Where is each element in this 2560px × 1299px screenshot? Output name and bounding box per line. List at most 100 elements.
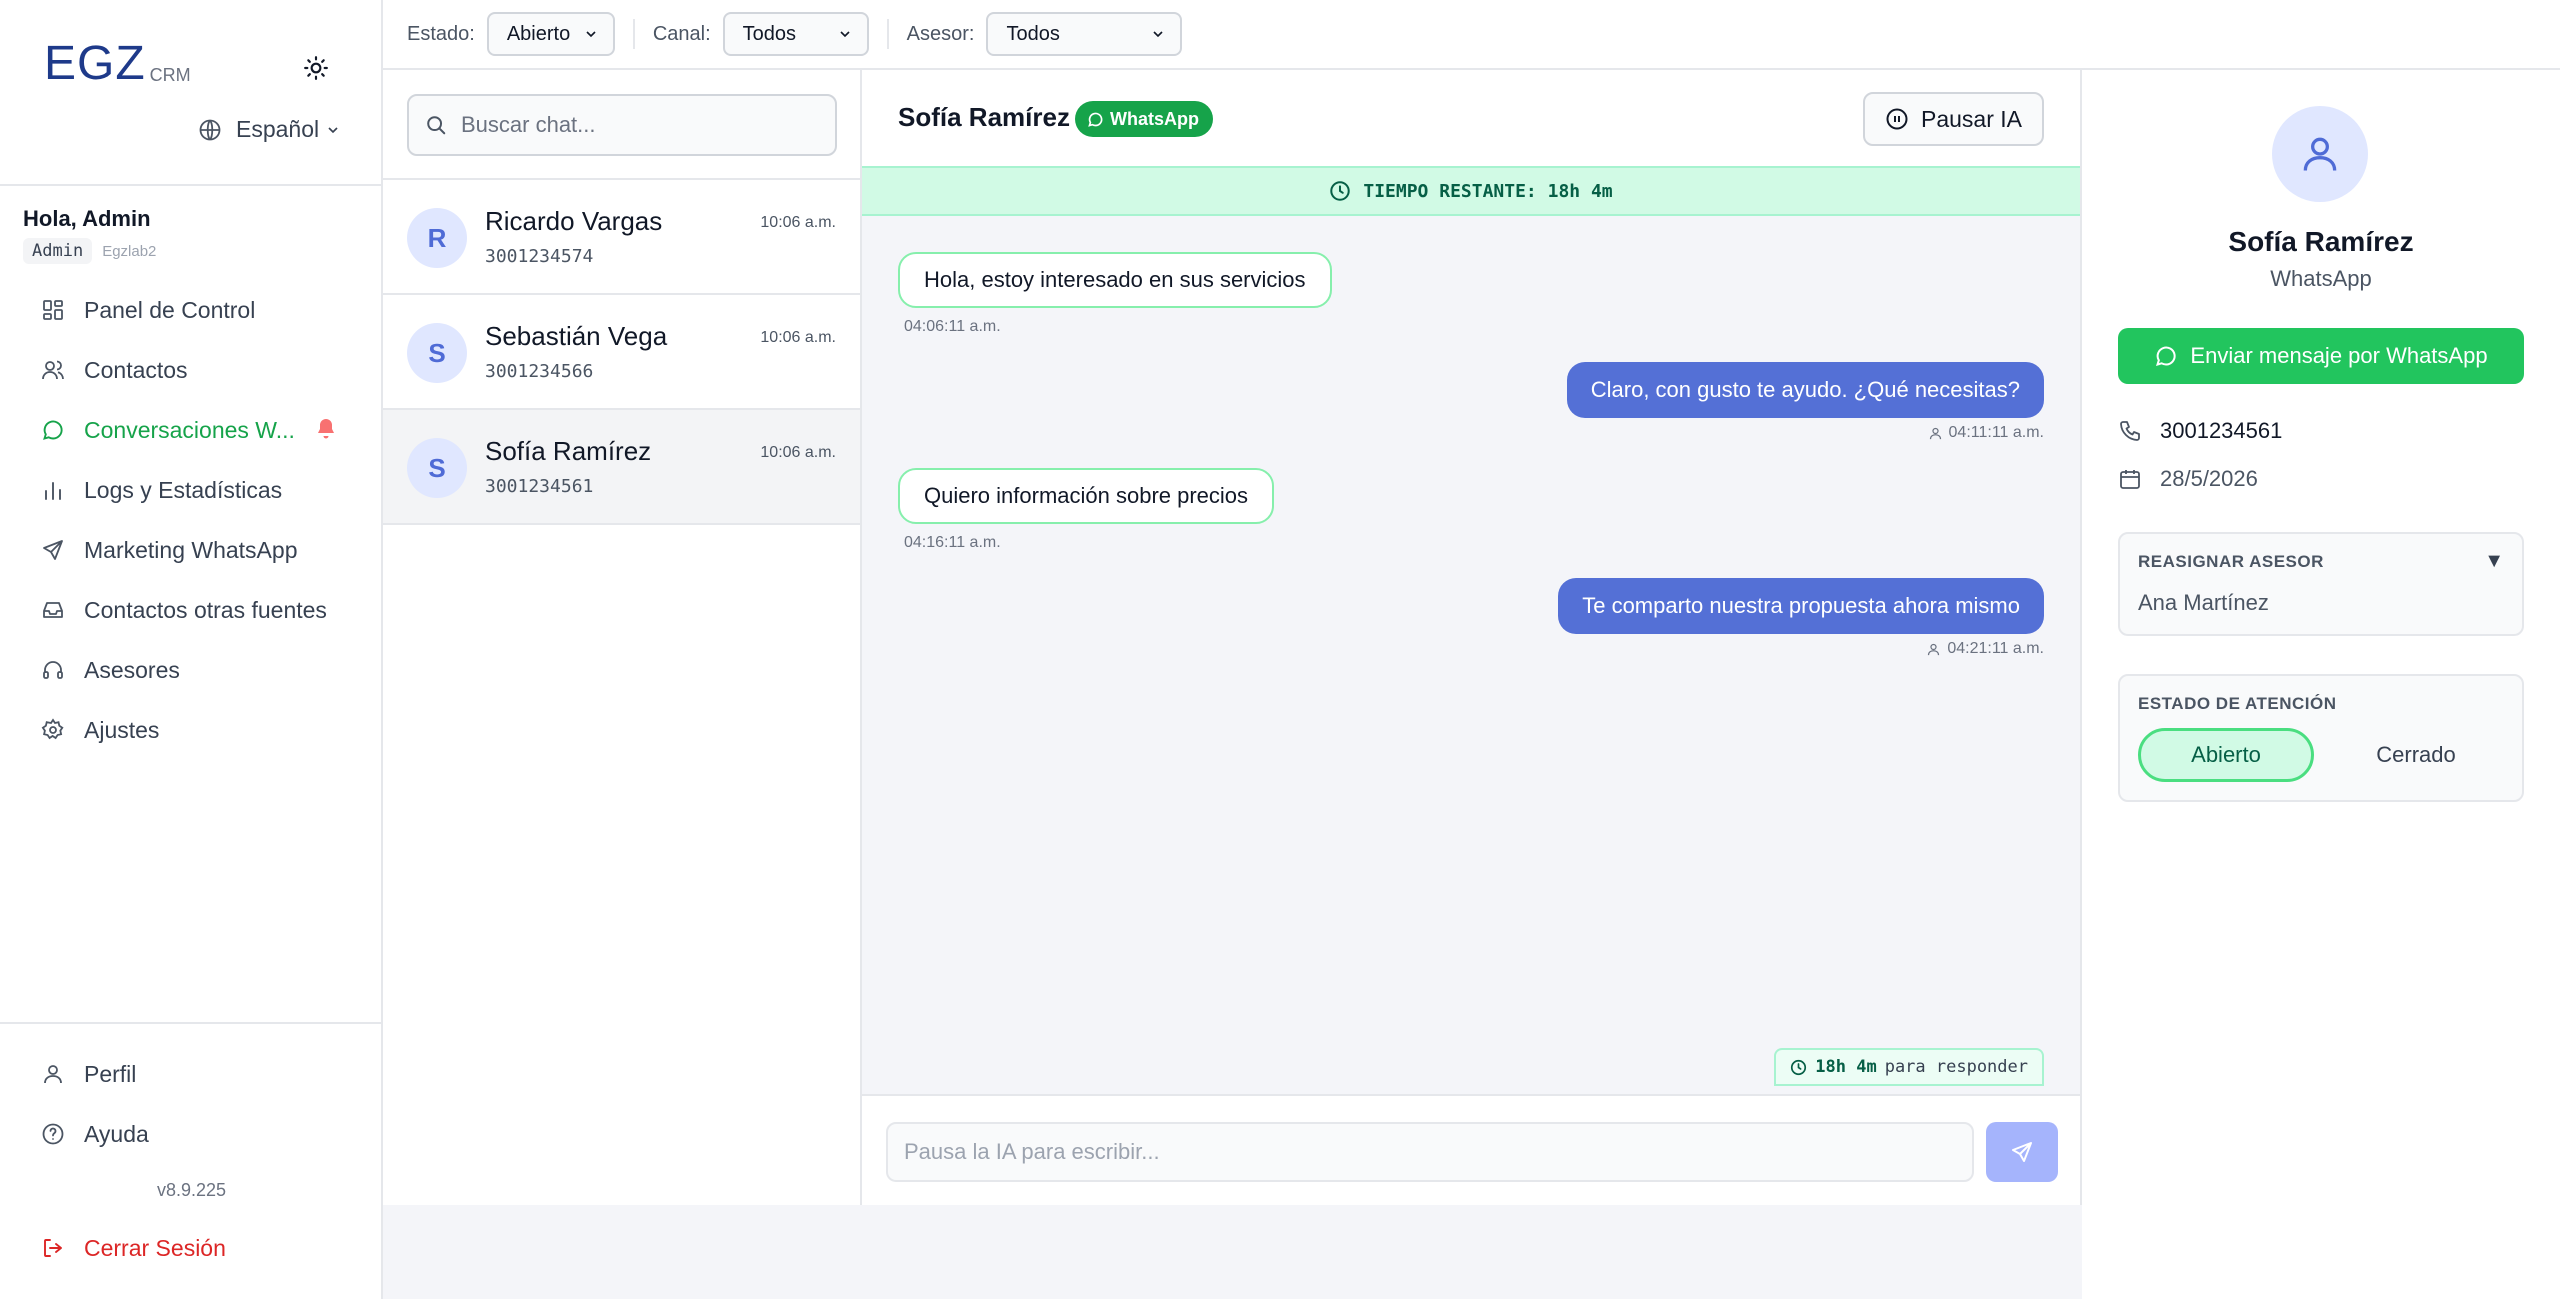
estado-filter-select[interactable]: Abierto [486,12,615,56]
pause-ai-label: Pausar IA [1921,105,2022,132]
asesor-filter-value: Todos [1006,22,1060,45]
chat-list-item-selected[interactable]: S Sofía Ramírez 3001234561 10:06 a.m. [383,410,860,525]
canal-filter-value: Todos [742,22,797,45]
chevron-down-icon [837,26,853,42]
message-timestamp-row: 04:21:11 a.m. [1926,640,2044,658]
message-timestamp-row: 04:11:11 a.m. [1928,424,2044,442]
asesor-filter-select[interactable]: Todos [986,12,1183,56]
filter-bar: Estado: Abierto Canal: Todos Asesor: Tod… [383,0,2560,70]
logout-icon [40,1235,66,1261]
sidebar-item-asesores[interactable]: Asesores [0,640,383,700]
asesor-filter-label: Asesor: [906,22,975,45]
sidebar-item-ayuda[interactable]: Ayuda [0,1104,383,1164]
brand-logo[interactable]: EGZ CRM [44,40,191,88]
conversation-header: Sofía Ramírez WhatsApp Pausar IA [862,70,2080,166]
chat-name: Sebastián Vega [485,321,668,351]
whatsapp-icon [1087,111,1104,128]
message-composer [862,1094,2080,1205]
bar-chart-icon [40,477,66,503]
send-icon [2010,1140,2034,1164]
chat-phone: 3001234574 [485,246,594,267]
sidebar-item-conversaciones-whatsapp[interactable]: Conversaciones W... [0,400,383,460]
logout-section: Cerrar Sesión [0,1218,383,1278]
sidebar-item-otras-fuentes[interactable]: Contactos otras fuentes [0,580,383,640]
bell-icon[interactable] [314,417,338,441]
user-icon [40,1061,66,1087]
headset-icon [40,657,66,683]
conversation-contact-name: Sofía Ramírez [898,102,1070,132]
estado-filter-value: Abierto [506,22,571,45]
contact-date: 28/5/2026 [2160,466,2258,491]
state-closed-button[interactable]: Cerrado [2328,728,2504,782]
contact-channel: WhatsApp [2270,266,2372,291]
chevron-down-icon [1150,26,1166,42]
state-open-button[interactable]: Abierto [2138,728,2314,782]
chat-list-item[interactable]: R Ricardo Vargas 3001234574 10:06 a.m. [383,180,860,295]
send-button[interactable] [1986,1122,2058,1182]
send-icon [40,537,66,563]
send-whatsapp-button[interactable]: Enviar mensaje por WhatsApp [2118,328,2524,384]
message-timestamp: 04:16:11 a.m. [904,534,1001,551]
message-outgoing: Te comparto nuestra propuesta ahora mism… [1558,578,2044,634]
dropdown-triangle-icon: ▼ [2484,550,2504,572]
message-incoming: Hola, estoy interesado en sus servicios [898,252,1332,308]
response-timer-chip: 18h 4m para responder [1774,1048,2044,1086]
channel-badge: WhatsApp [1075,101,1213,137]
sidebar-bottom-nav: Perfil Ayuda [0,1044,383,1164]
response-time-suffix: para responder [1884,1057,2028,1077]
org-label: Egzlab2 [102,242,157,260]
globe-icon [198,118,222,142]
message-timestamp: 04:11:11 a.m. [1948,424,2044,441]
clock-icon [1790,1059,1807,1076]
sidebar-item-label: Panel de Control [84,296,256,323]
user-greeting: Hola, Admin [23,206,151,231]
avatar: S [407,438,467,498]
sidebar-item-panel-de-control[interactable]: Panel de Control [0,280,383,340]
chat-search [407,94,837,156]
estado-filter-label: Estado: [407,22,475,45]
attention-state-label: ESTADO DE ATENCIÓN [2138,694,2337,713]
chat-phone: 3001234566 [485,361,594,382]
filter-separator [632,19,635,49]
logout-button[interactable]: Cerrar Sesión [0,1218,383,1278]
language-selector[interactable]: Español [198,116,341,143]
pause-ai-button[interactable]: Pausar IA [1863,92,2044,146]
chat-time: 10:06 a.m. [760,444,836,461]
reassign-advisor-select[interactable]: REASIGNAR ASESOR ▼ Ana Martínez [2118,532,2524,636]
sidebar-item-marketing[interactable]: Marketing WhatsApp [0,520,383,580]
chat-list-panel: R Ricardo Vargas 3001234574 10:06 a.m. S… [383,70,862,1205]
send-whatsapp-label: Enviar mensaje por WhatsApp [2190,343,2488,368]
timer-banner: TIEMPO RESTANTE: 18h 4m [862,166,2080,216]
avatar: S [407,323,467,383]
canal-filter-select[interactable]: Todos [722,12,869,56]
message-incoming: Quiero información sobre precios [898,468,1275,524]
attention-state-box: ESTADO DE ATENCIÓN Abierto Cerrado [2118,674,2524,802]
reassign-value: Ana Martínez [2138,590,2269,615]
chat-name: Sofía Ramírez [485,436,652,466]
contact-avatar [2272,106,2368,202]
reassign-label: REASIGNAR ASESOR [2138,552,2324,571]
response-time: 18h 4m [1815,1057,1877,1077]
brand-suffix: CRM [149,65,191,85]
logout-label: Cerrar Sesión [84,1234,226,1261]
chat-list-item[interactable]: S Sebastián Vega 3001234566 10:06 a.m. [383,295,860,410]
sidebar-nav: Panel de Control Contactos Conversacione… [0,280,383,760]
search-input[interactable] [461,112,821,138]
user-role-row: Admin Egzlab2 [23,238,156,264]
canal-filter-label: Canal: [652,22,711,45]
search-icon [425,114,447,136]
chevron-down-icon [325,122,341,138]
gear-icon [40,717,66,743]
sidebar-item-ajustes[interactable]: Ajustes [0,700,383,760]
app-version: v8.9.225 [156,1180,227,1200]
sidebar-item-logs[interactable]: Logs y Estadísticas [0,460,383,520]
sidebar-item-label: Contactos otras fuentes [84,596,327,623]
clock-icon [1329,180,1351,202]
contact-details-panel: Sofía Ramírez WhatsApp Enviar mensaje po… [2082,70,2560,1299]
filter-separator [886,19,889,49]
theme-toggle-button[interactable] [296,48,336,88]
sidebar-item-perfil[interactable]: Perfil [0,1044,383,1104]
message-input[interactable] [886,1122,1974,1182]
sidebar-item-contactos[interactable]: Contactos [0,340,383,400]
sidebar-divider [0,1022,383,1024]
